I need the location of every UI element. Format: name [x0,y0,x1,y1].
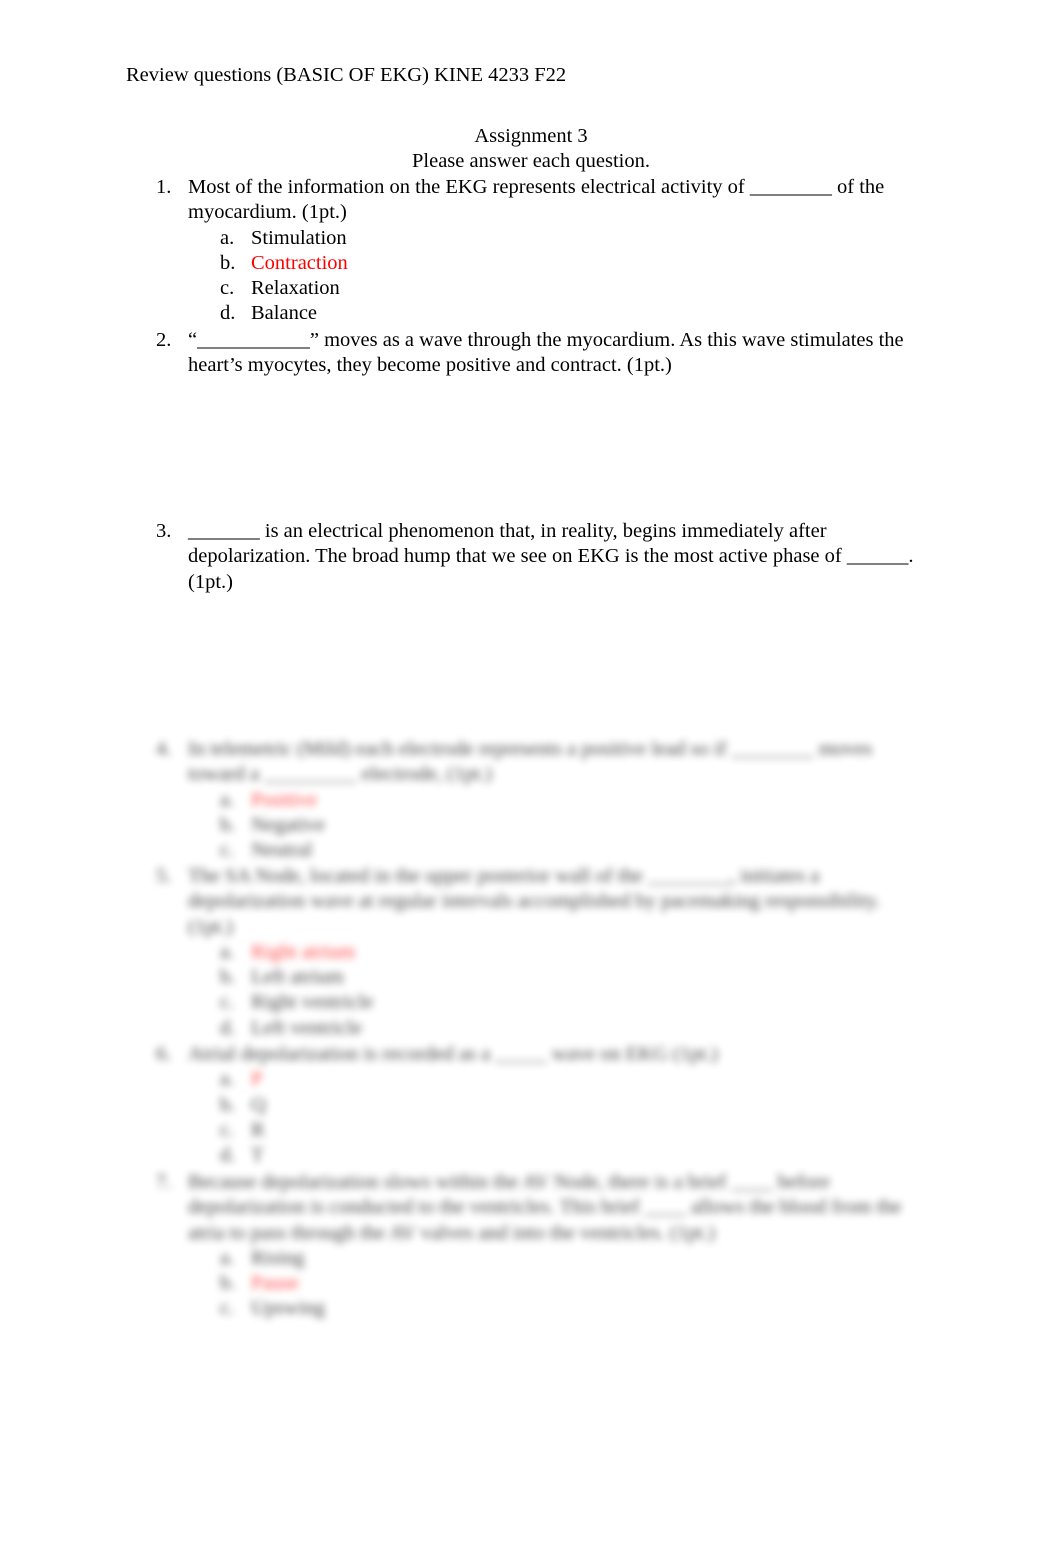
option-text: Relaxation [251,277,340,300]
option-c: c. Right ventricle [220,990,926,1015]
option-text: Upswing [251,1297,326,1320]
option-text: R [251,1118,265,1141]
option-text: Left atrium [251,966,344,989]
option-letter: b. [220,251,236,274]
option-text: Rising [251,1246,305,1269]
option-letter: d. [220,1144,236,1167]
option-b: b. Pause [220,1271,926,1296]
question-text: _______ is an electrical phenomenon that… [188,520,914,593]
option-letter: a. [220,1068,235,1091]
option-text: Balance [251,302,318,325]
question-6: 6. Atrial depolarization is recorded as … [156,1042,926,1168]
option-b: b. Left atrium [220,965,926,990]
question-1: 1. Most of the information on the EKG re… [156,175,926,327]
option-text: Q [251,1093,266,1116]
option-a: a. Stimulation [220,226,926,251]
option-c: c. Neutral [220,838,926,863]
option-text-selected: Positive [251,788,318,811]
option-letter: b. [220,813,236,836]
question-7: 7. Because depolarization slows within t… [156,1170,926,1322]
question-text: In telemetric (Mild) each electrode repr… [188,738,873,786]
assignment-title: Assignment 3 [474,125,588,147]
option-letter: d. [220,1016,236,1039]
option-text-selected: Pause [251,1272,299,1295]
option-text-selected: Right atrium [251,940,356,963]
option-d: d. Balance [220,301,926,326]
question-3: 3. _______ is an electrical phenomenon t… [156,519,926,595]
option-text: Right ventricle [251,991,374,1014]
option-b: b. Contraction [220,251,926,276]
answer-options: a. Positive b. Negative c. Neutral [220,788,926,864]
question-number: 3. [156,520,172,542]
answer-options: a. P b. Q c. R d. T [220,1067,926,1168]
option-text: Neutral [251,839,313,862]
option-d: d. Left ventricle [220,1016,926,1041]
question-text: Atrial depolarization is recorded as a _… [188,1043,718,1065]
option-text: Left ventricle [251,1016,362,1039]
question-4: 4. In telemetric (Mild) each electrode r… [156,737,926,863]
page-header: Review questions (BASIC OF EKG) KINE 423… [126,64,567,86]
option-letter: c. [220,991,235,1014]
option-letter: a. [220,788,235,811]
answer-options: a. Rising b. Pause c. Upswing [220,1246,926,1322]
option-d: d. T [220,1143,926,1168]
option-b: b. Q [220,1093,926,1118]
option-a: a. Right atrium [220,940,926,965]
option-c: c. R [220,1118,926,1143]
option-letter: c. [220,1297,235,1320]
question-5: 5. The SA Node, located in the upper pos… [156,864,926,1041]
answer-options: a. Stimulation b. Contraction c. Relaxation… [220,226,926,327]
option-letter: b. [220,1272,236,1295]
question-number: 1. [156,176,172,198]
option-text: Negative [251,813,325,836]
option-letter: b. [220,1093,236,1116]
question-text: Most of the information on the EKG repre… [188,176,885,224]
option-letter: a. [220,940,235,963]
option-text: T [251,1144,264,1167]
option-a: a. Rising [220,1246,926,1271]
instructions: Please answer each question. [412,150,650,172]
option-letter: d. [220,302,236,325]
question-text: “___________” moves as a wave through th… [188,329,904,377]
question-number: 4. [156,738,172,760]
option-text-selected: P [251,1068,263,1091]
question-number: 7. [156,1171,172,1193]
question-number: 6. [156,1043,172,1065]
question-text: The SA Node, located in the upper poster… [188,865,881,938]
option-a: a. Positive [220,788,926,813]
option-letter: b. [220,966,236,989]
option-a: a. P [220,1067,926,1092]
option-c: c. Relaxation [220,276,926,301]
option-letter: a. [220,1246,235,1269]
question-text: Because depolarization slows within the … [188,1171,902,1244]
option-c: c. Upswing [220,1296,926,1321]
option-letter: c. [220,1118,235,1141]
option-b: b. Negative [220,813,926,838]
question-2: 2. “___________” moves as a wave through… [156,328,926,379]
question-number: 5. [156,865,172,887]
option-text-selected: Contraction [251,251,348,274]
option-letter: a. [220,226,235,249]
option-letter: c. [220,277,235,300]
answer-options: a. Right atrium b. Left atrium c. Right ven… [220,940,926,1041]
question-number: 2. [156,329,172,351]
option-text: Stimulation [251,226,347,249]
option-letter: c. [220,839,235,862]
